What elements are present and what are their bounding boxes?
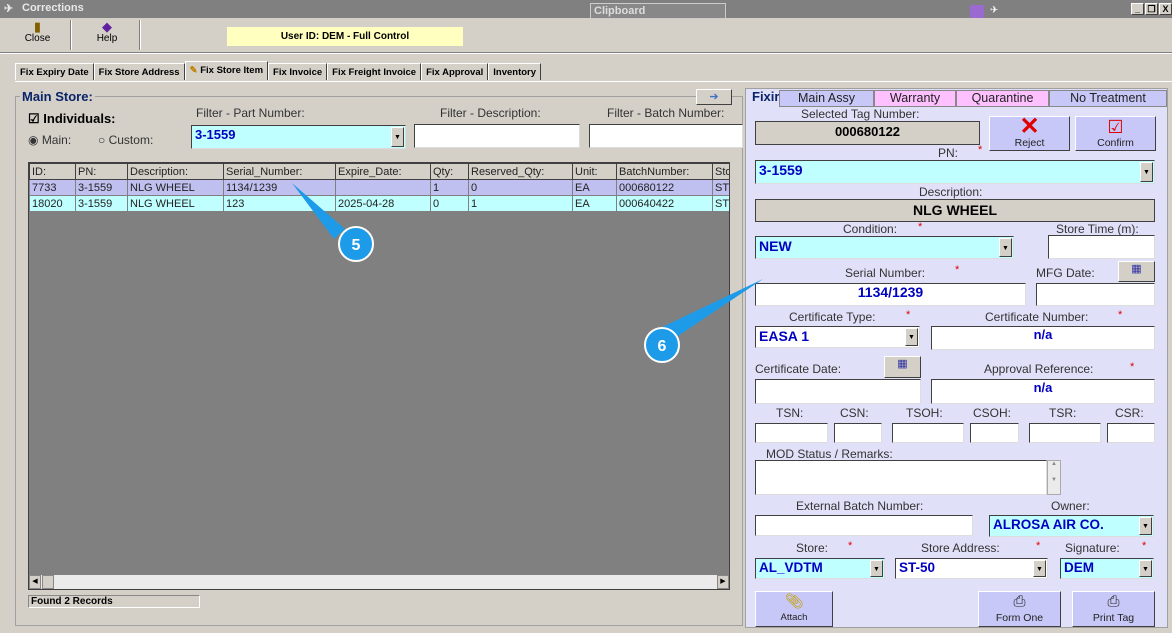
callout-6-number: 6: [658, 338, 667, 355]
callout-5-pointer: [292, 183, 345, 239]
callout-5-number: 5: [352, 237, 361, 254]
callout-overlay: 5 6: [292, 183, 763, 363]
